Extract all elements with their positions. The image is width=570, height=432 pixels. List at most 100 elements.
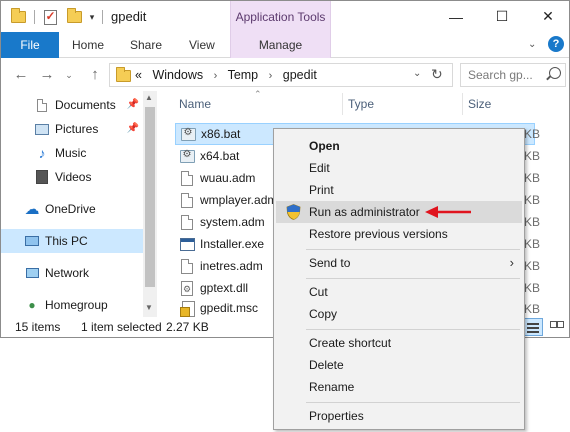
- close-button[interactable]: ✕: [525, 1, 569, 32]
- column-header-size[interactable]: Size: [468, 97, 491, 115]
- file-name: system.adm: [200, 215, 265, 229]
- chevron-right-icon[interactable]: ›: [214, 70, 218, 82]
- new-folder-icon[interactable]: [65, 8, 83, 26]
- file-size: KB: [524, 193, 541, 207]
- network-icon: [25, 266, 39, 280]
- chevron-down-icon[interactable]: ⌄: [413, 68, 421, 79]
- properties-icon[interactable]: [41, 8, 59, 26]
- application-tools-header: Application Tools: [230, 1, 331, 32]
- title-bar: ▾ gpedit Application Tools — ☐ ✕: [1, 1, 569, 32]
- breadcrumb-windows[interactable]: Windows: [152, 68, 203, 82]
- file-size: KB: [524, 149, 541, 163]
- onedrive-icon: ☁: [24, 201, 40, 218]
- file-name: Installer.exe: [200, 237, 265, 251]
- sidebar-item-this-pc[interactable]: This PC: [1, 229, 143, 253]
- maximize-button[interactable]: ☐: [479, 1, 525, 32]
- navigation-scrollbar[interactable]: ▲ ▼: [143, 91, 157, 317]
- menu-item-open[interactable]: Open: [276, 135, 522, 157]
- sidebar-item-onedrive[interactable]: ☁ OneDrive: [1, 197, 143, 221]
- search-input[interactable]: Search gp...: [460, 63, 566, 87]
- menu-item-rename[interactable]: Rename: [276, 376, 522, 398]
- sidebar-item-videos[interactable]: Videos: [1, 165, 143, 189]
- sidebar-item-documents[interactable]: Documents 📌: [1, 93, 143, 117]
- large-icons-view-button[interactable]: [546, 318, 566, 336]
- tab-view[interactable]: View: [189, 38, 215, 52]
- sort-ascending-icon: ⌃: [254, 89, 262, 99]
- scrollbar-thumb[interactable]: [145, 107, 155, 287]
- console-icon: [179, 300, 195, 317]
- sidebar-item-pictures[interactable]: Pictures 📌: [1, 117, 143, 141]
- column-header-name[interactable]: Name: [179, 97, 211, 115]
- ribbon-tabs: File Home Share View Manage ⌄ ?: [1, 32, 569, 58]
- menu-item-print[interactable]: Print: [276, 179, 522, 201]
- up-button[interactable]: ↑: [85, 65, 105, 85]
- scroll-down-icon[interactable]: ▼: [145, 303, 153, 312]
- menu-separator: [306, 278, 520, 279]
- annotation-arrow-icon: [425, 206, 471, 218]
- sidebar-item-label: This PC: [45, 234, 88, 248]
- breadcrumb-temp[interactable]: Temp: [228, 68, 259, 82]
- item-count: 15 items: [15, 320, 61, 334]
- batch-file-icon: [179, 148, 195, 164]
- menu-item-restore-previous-versions[interactable]: Restore previous versions: [276, 223, 522, 245]
- breadcrumb-gpedit[interactable]: gpedit: [283, 68, 317, 82]
- document-icon: [179, 258, 195, 274]
- menu-item-copy[interactable]: Copy: [276, 303, 522, 325]
- folder-icon: [116, 67, 131, 82]
- breadcrumb: « Windows › Temp › gpedit: [135, 68, 324, 82]
- search-placeholder: Search gp...: [468, 68, 533, 82]
- sidebar-item-label: Network: [45, 266, 90, 280]
- selection-size: 2.27 KB: [166, 320, 209, 334]
- tab-share[interactable]: Share: [130, 38, 162, 52]
- minimize-button[interactable]: —: [433, 1, 479, 32]
- file-name: x64.bat: [200, 149, 240, 163]
- file-name: inetres.adm: [200, 259, 263, 273]
- sidebar-item-network[interactable]: Network: [1, 261, 143, 285]
- tab-file[interactable]: File: [1, 32, 59, 58]
- chevron-right-icon[interactable]: ›: [269, 70, 273, 82]
- tab-manage[interactable]: Manage: [230, 32, 331, 58]
- back-button[interactable]: ←: [11, 65, 31, 85]
- document-icon: [179, 214, 195, 230]
- menu-item-cut[interactable]: Cut: [276, 281, 522, 303]
- column-header-type[interactable]: Type: [348, 97, 374, 115]
- help-icon[interactable]: ?: [548, 36, 564, 52]
- toolbar-divider: [34, 10, 35, 24]
- document-icon: [179, 170, 195, 186]
- menu-item-create-shortcut[interactable]: Create shortcut: [276, 332, 522, 354]
- file-size: KB: [524, 302, 541, 316]
- menu-separator: [306, 249, 520, 250]
- file-name: gptext.dll: [200, 281, 249, 295]
- menu-item-delete[interactable]: Delete: [276, 354, 522, 376]
- folder-icon[interactable]: [9, 8, 27, 26]
- expand-ribbon-icon[interactable]: ⌄: [528, 39, 536, 50]
- customize-toolbar-dropdown[interactable]: ▾: [86, 8, 98, 26]
- address-bar[interactable]: « Windows › Temp › gpedit ⌄ ↻: [109, 63, 453, 87]
- recent-locations-dropdown[interactable]: ⌄: [59, 65, 79, 85]
- tab-home[interactable]: Home: [72, 38, 104, 52]
- chevron-right-icon: ›: [509, 255, 514, 270]
- scroll-up-icon[interactable]: ▲: [145, 93, 153, 102]
- breadcrumb-overflow[interactable]: «: [135, 68, 142, 82]
- file-size: KB: [524, 281, 541, 295]
- menu-item-properties[interactable]: Properties: [276, 405, 522, 427]
- menu-item-send-to[interactable]: Send to ›: [276, 252, 522, 274]
- column-divider[interactable]: [462, 93, 463, 115]
- file-name: wuau.adm: [200, 171, 256, 185]
- sidebar-item-music[interactable]: ♪ Music: [1, 141, 143, 165]
- dll-icon: [179, 280, 195, 296]
- menu-item-edit[interactable]: Edit: [276, 157, 522, 179]
- file-size: KB: [524, 259, 541, 273]
- sidebar-item-label: Videos: [55, 170, 92, 184]
- menu-item-run-as-administrator[interactable]: Run as administrator: [276, 201, 522, 223]
- menu-item-label: Run as administrator: [309, 205, 420, 219]
- search-icon: [549, 67, 561, 79]
- details-view-button[interactable]: [523, 318, 543, 336]
- music-icon: ♪: [38, 145, 46, 161]
- forward-button[interactable]: →: [37, 65, 57, 85]
- column-divider[interactable]: [342, 93, 343, 115]
- refresh-icon[interactable]: ↻: [431, 66, 443, 83]
- navigation-pane: Documents 📌 Pictures 📌 ♪ Music Videos ☁ …: [1, 91, 157, 317]
- sidebar-item-homegroup[interactable]: ● Homegroup: [1, 293, 143, 317]
- toolbar-divider: [102, 10, 103, 24]
